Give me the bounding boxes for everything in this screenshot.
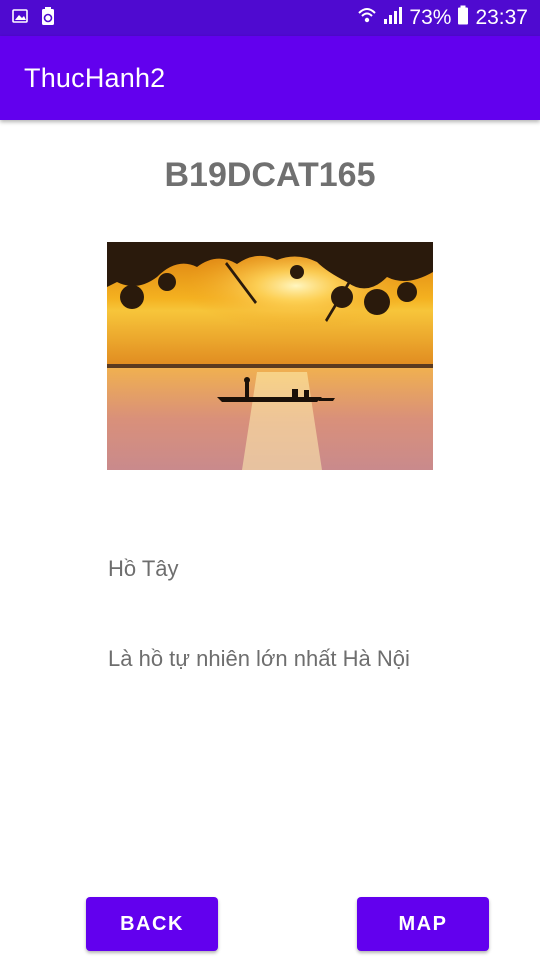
map-button[interactable]: MAP (357, 897, 489, 951)
recycle-icon (40, 6, 56, 31)
clock: 23:37 (475, 6, 528, 29)
place-name: Hồ Tây (108, 556, 179, 581)
battery-percent: 73% (409, 6, 452, 29)
image-icon (12, 8, 28, 29)
place-description: Là hồ tự nhiên lớn nhất Hà Nội (108, 646, 410, 671)
status-bar: 73% 23:37 (0, 0, 540, 36)
app-title: ThucHanh2 (24, 62, 166, 93)
app-bar: ThucHanh2 (0, 36, 540, 120)
status-bar-left (12, 6, 56, 31)
back-button[interactable]: BACK (86, 897, 218, 951)
student-code-title: B19DCAT165 (164, 156, 376, 194)
wifi-icon (357, 5, 377, 31)
signal-icon (383, 5, 403, 31)
sunset-lake-photo (107, 242, 433, 470)
status-bar-right: 73% 23:37 (357, 5, 528, 31)
battery-icon (457, 5, 469, 31)
